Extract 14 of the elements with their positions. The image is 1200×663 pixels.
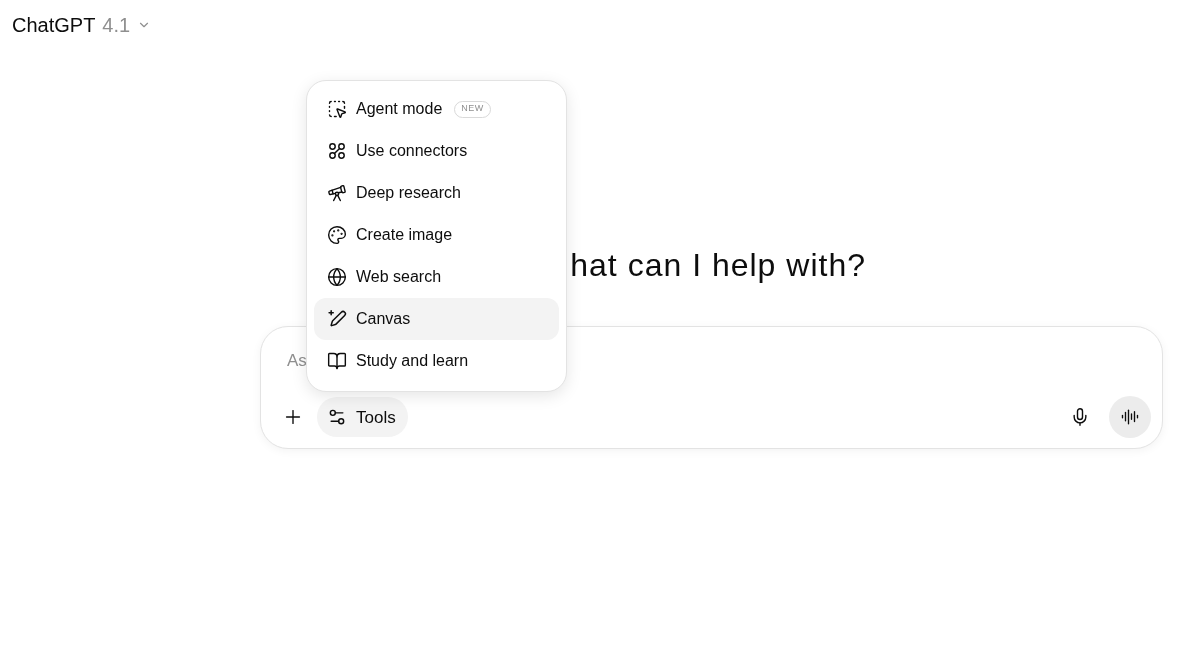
tools-button[interactable]: Tools bbox=[317, 397, 408, 438]
menu-item[interactable]: Canvas bbox=[314, 298, 559, 340]
audio-wave-icon bbox=[1121, 408, 1139, 427]
cursor-square-icon bbox=[327, 99, 347, 119]
nodes-icon bbox=[328, 142, 346, 160]
pencil-sparkle-icon bbox=[327, 309, 347, 329]
palette-icon bbox=[327, 225, 347, 245]
model-selector[interactable]: ChatGPT 4.1 bbox=[8, 8, 156, 42]
telescope-icon bbox=[327, 183, 347, 203]
heading: hat can I help with? bbox=[570, 249, 866, 281]
globe-icon bbox=[327, 267, 347, 287]
voice-mode-button[interactable] bbox=[1109, 396, 1151, 439]
microphone-icon bbox=[1070, 407, 1090, 428]
book-icon bbox=[327, 351, 347, 371]
